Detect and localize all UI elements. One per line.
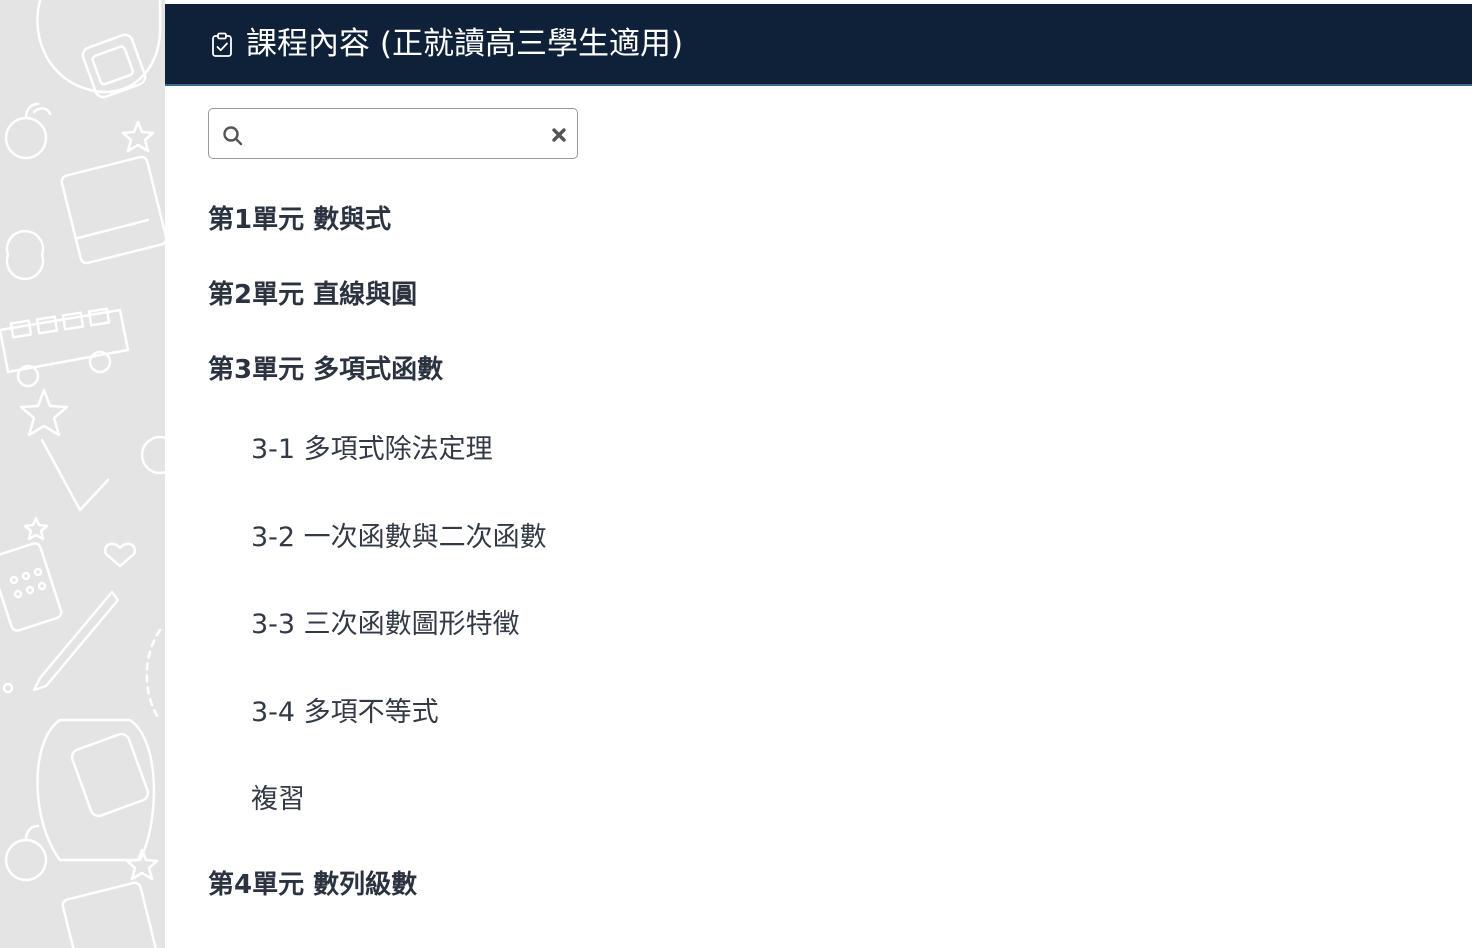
lesson-review[interactable]: 複習 — [251, 782, 305, 818]
unit-1[interactable]: 第1單元 數與式 — [208, 203, 391, 237]
lesson-3-3[interactable]: 3-3 三次函數圖形特徵 — [251, 607, 520, 643]
close-icon[interactable] — [551, 127, 567, 143]
unit-2[interactable]: 第2單元 直線與圓 — [208, 278, 417, 312]
clipboard-check-icon — [212, 32, 232, 57]
search-icon — [223, 126, 243, 146]
decorative-background — [0, 0, 165, 948]
lesson-3-1[interactable]: 3-1 多項式除法定理 — [251, 432, 493, 468]
search-field[interactable] — [208, 108, 578, 159]
unit-3[interactable]: 第3單元 多項式函數 — [208, 353, 443, 387]
page-title: 課程內容 (正就讀高三學生適用) — [246, 26, 684, 62]
lesson-3-2[interactable]: 3-2 一次函數與二次函數 — [251, 520, 547, 556]
unit-4[interactable]: 第4單元 數列級數 — [208, 868, 417, 902]
lesson-3-4[interactable]: 3-4 多項不等式 — [251, 695, 439, 731]
panel-header: 課程內容 (正就讀高三學生適用) — [165, 4, 1472, 86]
course-content-panel: 課程內容 (正就讀高三學生適用) 第1單元 數與式 第2單元 直線與圓 第3單元… — [165, 4, 1472, 948]
search-input[interactable] — [253, 117, 537, 153]
